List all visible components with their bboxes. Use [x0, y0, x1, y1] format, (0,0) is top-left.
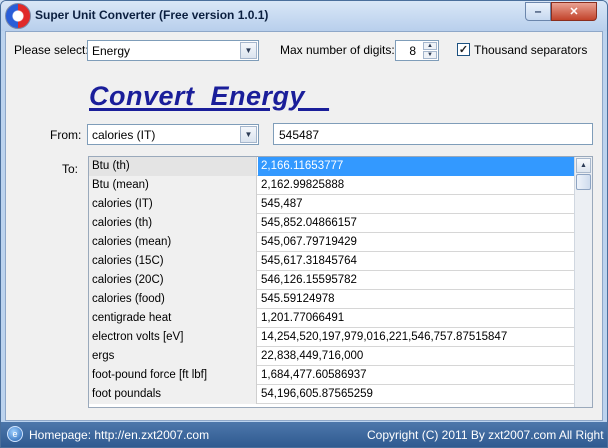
unit-cell: foot poundals: [89, 385, 257, 404]
category-value: Energy: [92, 44, 131, 58]
unit-cell: ergs: [89, 347, 257, 366]
homepage-link[interactable]: Homepage: http://en.zxt2007.com: [29, 428, 209, 442]
category-dropdown[interactable]: Energy ▼: [87, 40, 259, 61]
table-row[interactable]: Btu (mean) 2,162.99825888: [89, 176, 574, 195]
unit-cell: calories (food): [89, 290, 257, 309]
chevron-down-icon[interactable]: ▼: [240, 42, 257, 59]
unit-cell: Btu (th): [89, 157, 257, 176]
from-label: From:: [50, 128, 82, 142]
minimize-button[interactable]: ‒: [525, 2, 551, 21]
value-cell[interactable]: 545,487: [258, 195, 574, 214]
unit-cell: calories (20C): [89, 271, 257, 290]
table-row[interactable]: foot poundals 54,196,605.87565259: [89, 385, 574, 404]
value-cell[interactable]: 22,838,449,716,000: [258, 347, 574, 366]
copyright-text: Copyright (C) 2011 By zxt2007.com All Ri…: [367, 428, 607, 442]
table-row[interactable]: foot-pound force [ft lbf] 1,684,477.6058…: [89, 366, 574, 385]
table-row[interactable]: electron volts [eV] 14,254,520,197,979,0…: [89, 328, 574, 347]
app-window: Super Unit Converter (Free version 1.0.1…: [0, 0, 608, 448]
thousand-separators-label: Thousand separators: [474, 43, 588, 57]
close-button[interactable]: ✕: [551, 2, 597, 21]
value-cell[interactable]: 545.59124978: [258, 290, 574, 309]
spin-up-icon[interactable]: ▲: [423, 42, 437, 50]
unit-cell: foot-pound force [ft lbf]: [89, 366, 257, 385]
scroll-thumb[interactable]: [576, 174, 591, 190]
value-cell[interactable]: 545,067.79719429: [258, 233, 574, 252]
to-label: To:: [62, 162, 79, 176]
chevron-down-icon[interactable]: ▼: [240, 126, 257, 143]
table-row[interactable]: calories (food) 545.59124978: [89, 290, 574, 309]
from-unit-dropdown[interactable]: calories (IT) ▼: [87, 124, 259, 145]
table-row[interactable]: ergs 22,838,449,716,000: [89, 347, 574, 366]
value-cell[interactable]: 14,254,520,197,979,016,221,546,757.87515…: [258, 328, 574, 347]
value-cell[interactable]: 1,684,477.60586937: [258, 366, 574, 385]
unit-cell: Btu (mean): [89, 176, 257, 195]
status-bar: e Homepage: http://en.zxt2007.com Copyri…: [1, 422, 607, 447]
value-cell[interactable]: 2,166.11653777: [258, 157, 574, 176]
unit-cell: calories (th): [89, 214, 257, 233]
value-cell[interactable]: 54,196,605.87565259: [258, 385, 574, 404]
globe-icon: e: [7, 426, 23, 442]
window-title: Super Unit Converter (Free version 1.0.1…: [35, 8, 269, 22]
max-digits-stepper[interactable]: 8 ▲ ▼: [395, 40, 439, 61]
table-row[interactable]: calories (IT) 545,487: [89, 195, 574, 214]
title-bar[interactable]: Super Unit Converter (Free version 1.0.1…: [1, 1, 607, 31]
value-cell[interactable]: 545,852.04866157: [258, 214, 574, 233]
unit-cell: calories (IT): [89, 195, 257, 214]
value-cell[interactable]: 546,126.15595782: [258, 271, 574, 290]
main-panel: Please select: Energy ▼ Max number of di…: [5, 31, 603, 421]
table-row[interactable]: centigrade heat 1,201.77066491: [89, 309, 574, 328]
page-title: Convert Energy: [89, 81, 330, 111]
table-row[interactable]: calories (mean) 545,067.79719429: [89, 233, 574, 252]
app-logo-icon[interactable]: [5, 3, 31, 29]
from-amount-input[interactable]: 545487: [273, 123, 593, 145]
results-grid[interactable]: Btu (th) 2,166.11653777 Btu (mean) 2,162…: [88, 156, 593, 408]
value-cell[interactable]: 2,162.99825888: [258, 176, 574, 195]
scroll-up-icon[interactable]: ▲: [576, 158, 591, 173]
unit-cell: electron volts [eV]: [89, 328, 257, 347]
please-select-label: Please select:: [14, 43, 89, 57]
max-digits-value: 8: [409, 44, 416, 58]
unit-cell: calories (15C): [89, 252, 257, 271]
value-cell[interactable]: 1,201.77066491: [258, 309, 574, 328]
table-row[interactable]: calories (15C) 545,617.31845764: [89, 252, 574, 271]
table-row[interactable]: calories (th) 545,852.04866157: [89, 214, 574, 233]
spin-down-icon[interactable]: ▼: [423, 51, 437, 59]
thousand-separators-checkbox[interactable]: ✓: [457, 43, 470, 56]
unit-cell: centigrade heat: [89, 309, 257, 328]
unit-cell: calories (mean): [89, 233, 257, 252]
table-row[interactable]: Btu (th) 2,166.11653777: [89, 157, 574, 176]
vertical-scrollbar[interactable]: ▲: [574, 157, 592, 407]
max-digits-label: Max number of digits:: [280, 43, 395, 57]
table-row[interactable]: calories (20C) 546,126.15595782: [89, 271, 574, 290]
value-cell[interactable]: 545,617.31845764: [258, 252, 574, 271]
from-unit-value: calories (IT): [92, 128, 156, 142]
